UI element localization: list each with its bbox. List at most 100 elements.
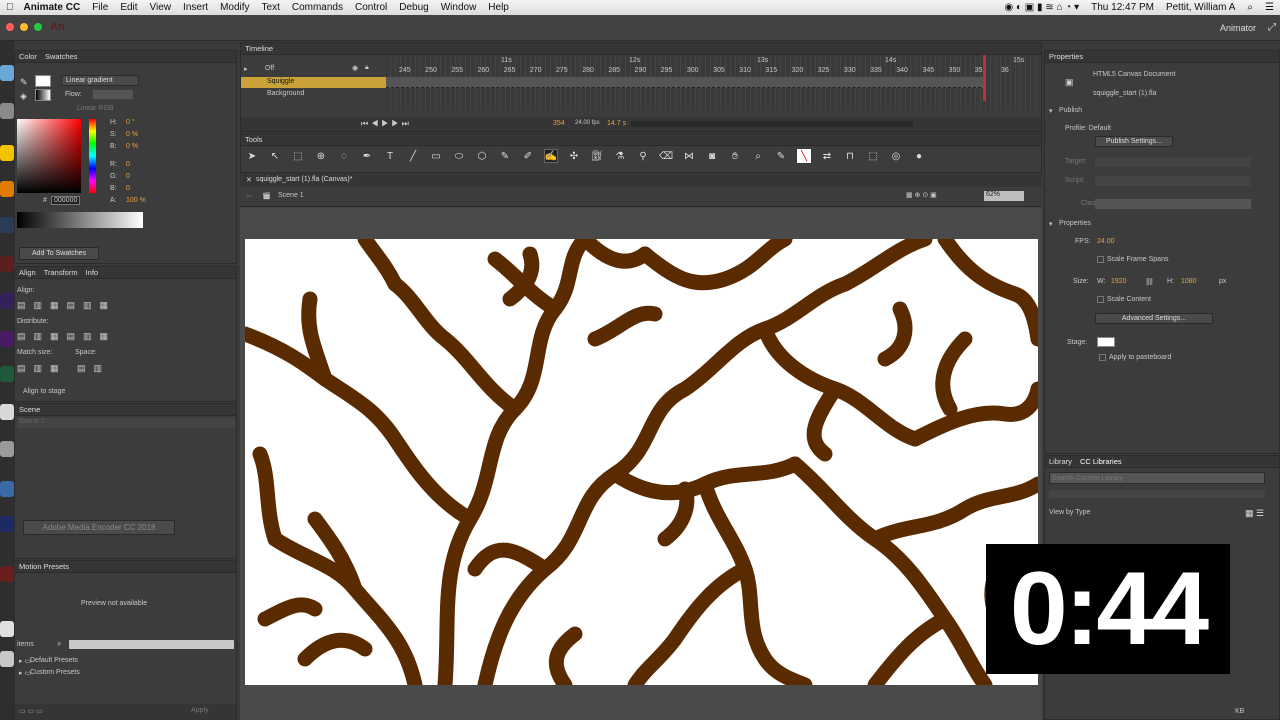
hex-input[interactable]: 000000 <box>51 196 81 205</box>
menu-control[interactable]: Control <box>349 2 393 13</box>
minimize-window-icon[interactable] <box>20 23 28 31</box>
status-icons[interactable]: ◉ ◐ ▣ ▮ ≋ ⌂ ◔ ▾ <box>998 2 1085 13</box>
width-tool-icon[interactable]: ⋈ <box>682 149 696 163</box>
menu-debug[interactable]: Debug <box>393 2 434 13</box>
maximize-window-icon[interactable] <box>34 23 42 31</box>
paint-bucket-icon[interactable]: ⛽︎ <box>590 149 604 163</box>
stroke-color-icon[interactable]: ✎ <box>20 77 30 87</box>
close-tab-icon[interactable]: ✕ <box>246 176 252 184</box>
default-presets-folder[interactable]: Default Presets <box>30 657 78 664</box>
eyedropper-icon[interactable]: ⚲ <box>636 149 650 163</box>
app-dock-icon[interactable] <box>0 145 14 161</box>
app-dock-icon[interactable] <box>0 481 14 497</box>
camera-tool-icon[interactable]: ◙ <box>705 149 719 163</box>
s-value[interactable]: 0 % <box>126 131 138 138</box>
tab-library[interactable]: Library <box>1049 457 1072 466</box>
fill-swatch[interactable] <box>35 89 51 101</box>
layer-name-background[interactable]: Background <box>267 90 304 97</box>
b2-value[interactable]: 0 <box>126 185 130 192</box>
stroke-color-tool-icon[interactable]: ✎ <box>774 149 788 163</box>
pencil-tool-icon[interactable]: ✎ <box>498 149 512 163</box>
publish-section-arrow[interactable]: ▾ <box>1049 107 1053 115</box>
add-to-swatches-button[interactable]: Add To Swatches <box>19 247 99 260</box>
class-input[interactable] <box>1095 199 1251 209</box>
match-size-buttons[interactable]: ▤▥▦ ▤▥ <box>17 363 127 373</box>
animate-dock-icon[interactable] <box>0 256 14 272</box>
clock[interactable]: Thu 12:47 PM <box>1085 2 1160 13</box>
publish-section-title[interactable]: Publish <box>1059 107 1082 114</box>
new-folder-icon[interactable]: ▭ ▭ ▭ <box>19 707 43 715</box>
fps-value[interactable]: 24.00 <box>1097 238 1115 245</box>
brush-tool-icon[interactable]: ✍ <box>544 149 558 163</box>
stage-color-swatch[interactable] <box>1097 337 1115 347</box>
distribute-buttons[interactable]: ▤▥▦▤▥▦ <box>17 331 127 341</box>
tab-swatches[interactable]: Swatches <box>45 52 78 61</box>
fill-color-tool-icon[interactable]: ╲ <box>797 149 811 163</box>
advanced-settings-button[interactable]: Advanced Settings... <box>1095 313 1213 324</box>
color-picker-area[interactable] <box>17 119 81 193</box>
playback-controls[interactable]: ⏮◀▶▶⏭ <box>361 119 412 129</box>
library-filter-bar[interactable] <box>1049 490 1265 498</box>
expand-icon[interactable]: ⤢ <box>1268 22 1276 33</box>
menu-insert[interactable]: Insert <box>177 2 214 13</box>
fps-readout[interactable]: 24.00 fps <box>575 120 600 126</box>
app-dock-icon[interactable] <box>0 441 14 457</box>
tab-color[interactable]: Color <box>19 52 37 61</box>
timeline-scrollbar[interactable] <box>631 121 913 127</box>
tab-info[interactable]: Info <box>86 268 99 277</box>
app-dock-icon[interactable] <box>0 366 14 382</box>
alpha-value[interactable]: 100 % <box>126 197 146 204</box>
document-tab[interactable]: squiggle_start (1).fla (Canvas)* <box>256 176 353 183</box>
fill-color-icon[interactable]: ◈ <box>20 91 30 101</box>
layer-name-squiggle[interactable]: Squiggle <box>267 78 294 85</box>
onion-skin-toggle[interactable]: Off <box>265 65 274 72</box>
eye-icon[interactable]: ◉ <box>352 64 358 72</box>
app-dock-icon[interactable] <box>0 516 14 532</box>
swap-colors-icon[interactable]: ⇄ <box>820 149 834 163</box>
align-buttons[interactable]: ▤▥▦▤▥▦ <box>17 300 127 310</box>
linear-rgb-checkbox[interactable]: Linear RGB <box>77 105 114 112</box>
gradient-bar[interactable] <box>17 212 143 228</box>
r-value[interactable]: 0 <box>126 161 130 168</box>
edit-scene-icons[interactable]: ▦ ⊕ ⊙ ▣ <box>906 191 937 199</box>
apply-to-pasteboard-checkbox[interactable] <box>1099 354 1106 361</box>
app-dock-icon[interactable] <box>0 566 14 582</box>
publish-settings-button[interactable]: Publish Settings... <box>1095 136 1173 147</box>
zoom-select[interactable]: 62% <box>984 191 1024 201</box>
app-dock-icon[interactable] <box>0 293 14 309</box>
scale-content-checkbox[interactable] <box>1097 296 1104 303</box>
current-frame[interactable]: 354 <box>553 120 565 127</box>
rectangle-tool-icon[interactable]: ▭ <box>429 149 443 163</box>
height-value[interactable]: 1080 <box>1181 278 1197 285</box>
tab-cc-libraries[interactable]: CC Libraries <box>1080 457 1122 466</box>
view-by-select[interactable]: View by Type <box>1049 509 1090 516</box>
apply-button[interactable]: Apply <box>191 707 209 714</box>
eraser-icon[interactable]: ⌫ <box>659 149 673 163</box>
layer-row-squiggle[interactable] <box>241 77 386 88</box>
polystar-tool-icon[interactable]: ⬡ <box>475 149 489 163</box>
lock-icon[interactable]: 🔒︎ <box>365 64 369 72</box>
zoom-tool-icon[interactable]: ⌕ <box>751 149 765 163</box>
menu-modify[interactable]: Modify <box>214 2 255 13</box>
pen-icon[interactable]: ✒ <box>360 149 374 163</box>
search-icon[interactable]: ⌕ <box>1241 2 1259 13</box>
menu-app[interactable]: Animate CC <box>20 2 87 13</box>
free-transform-icon[interactable]: ⬚ <box>291 149 305 163</box>
library-search-input[interactable] <box>1049 472 1265 484</box>
menu-view[interactable]: View <box>144 2 178 13</box>
flow-buttons[interactable] <box>93 90 133 99</box>
target-select[interactable] <box>1095 157 1251 167</box>
menu-window[interactable]: Window <box>435 2 483 13</box>
ink-bottle-icon[interactable]: ⚗ <box>613 149 627 163</box>
oval-tool-icon[interactable]: ⬭ <box>452 149 466 163</box>
app-dock-icon[interactable] <box>0 651 14 667</box>
script-select[interactable] <box>1095 176 1251 186</box>
brush-mode-icon[interactable]: ⬚ <box>866 149 880 163</box>
3d-rotation-icon[interactable]: ⊕ <box>314 149 328 163</box>
app-dock-icon[interactable] <box>0 331 14 347</box>
app-dock-icon[interactable] <box>0 181 14 197</box>
frame-ruler[interactable]: 245 250 255 260 265 270 275 280 285 290 295 300 305 3… <box>399 67 1009 74</box>
menu-file[interactable]: File <box>86 2 114 13</box>
selection-tool-icon[interactable]: ➤ <box>245 149 259 163</box>
b-value[interactable]: 0 % <box>126 143 138 150</box>
